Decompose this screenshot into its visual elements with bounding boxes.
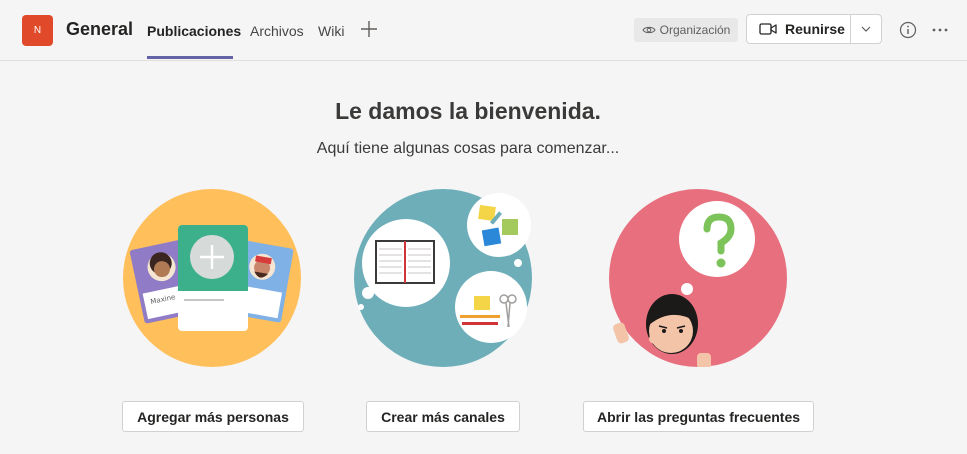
meet-button[interactable]: Reunirse — [747, 15, 851, 43]
add-tab-icon[interactable] — [360, 20, 378, 38]
meet-button-group: Reunirse — [746, 14, 882, 44]
tab-archivos[interactable]: Archivos — [250, 23, 304, 39]
faq-illustration — [609, 189, 787, 367]
meet-label: Reunirse — [785, 21, 845, 37]
open-faq-button[interactable]: Abrir las preguntas frecuentes — [583, 401, 814, 432]
tab-publicaciones[interactable]: Publicaciones — [147, 23, 241, 39]
video-camera-icon — [759, 23, 777, 35]
welcome-title: Le damos la bienvenida. — [335, 98, 601, 124]
people-cards-illustration: Maxine ky — [123, 189, 301, 367]
info-icon[interactable] — [898, 20, 918, 40]
welcome-subtitle: Aquí tiene algunas cosas para comenzar..… — [316, 140, 620, 157]
channel-header: N General Publicaciones Archivos Wiki Or… — [0, 0, 967, 61]
add-people-button[interactable]: Agregar más personas — [122, 401, 304, 432]
more-options-icon[interactable] — [931, 22, 949, 38]
chevron-down-icon — [861, 26, 871, 32]
organization-label: Organización — [659, 23, 731, 37]
eye-icon — [642, 26, 656, 34]
organization-badge: Organización — [634, 18, 738, 42]
channel-title: General — [66, 19, 134, 39]
team-avatar[interactable]: N — [22, 15, 53, 46]
channels-illustration — [354, 189, 532, 367]
create-channels-button[interactable]: Crear más canales — [366, 401, 520, 432]
tab-wiki[interactable]: Wiki — [318, 23, 344, 39]
meet-dropdown-button[interactable] — [851, 15, 881, 43]
active-tab-indicator — [147, 56, 233, 59]
